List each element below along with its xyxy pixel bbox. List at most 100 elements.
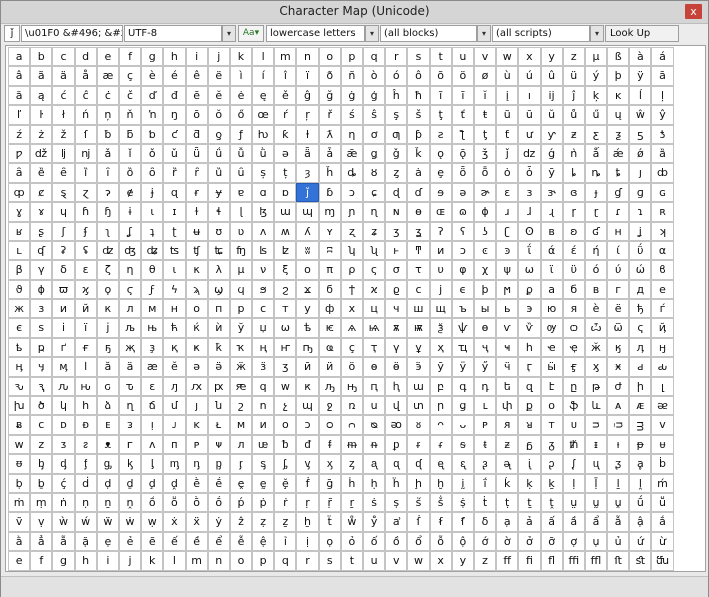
char-cell[interactable]: ϸ [473, 279, 497, 300]
char-cell[interactable]: ԥ [363, 376, 386, 397]
char-cell[interactable]: ƈ [163, 124, 186, 144]
char-cell[interactable]: ë [207, 66, 230, 86]
char-cell[interactable]: ӵ [496, 357, 519, 377]
char-cell[interactable]: в [584, 279, 608, 300]
char-cell[interactable]: ᶀ [30, 454, 53, 474]
char-cell[interactable]: j [207, 47, 230, 67]
char-cell[interactable]: ư [518, 124, 541, 144]
char-cell[interactable]: ҡ [229, 337, 253, 358]
char-cell[interactable]: ũ [496, 105, 519, 125]
char-cell[interactable]: ă [8, 85, 31, 106]
char-cell[interactable]: ʋ [229, 221, 253, 241]
char-cell[interactable]: ƀ [96, 124, 119, 144]
char-cell[interactable]: ҭ [363, 337, 386, 358]
char-cell[interactable]: έ [562, 240, 585, 261]
char-cell[interactable]: ɠ [607, 182, 630, 203]
char-cell[interactable]: ẓ [252, 512, 275, 532]
char-cell[interactable]: ą [30, 85, 53, 106]
char-cell[interactable]: ɬ [207, 202, 230, 222]
char-cell[interactable]: ḇ [30, 473, 53, 493]
char-cell[interactable]: ɉ [141, 182, 164, 203]
char-cell[interactable]: ź [8, 124, 31, 144]
char-cell[interactable]: ɼ [562, 202, 585, 222]
char-cell[interactable]: s [318, 551, 341, 571]
char-cell[interactable]: ȼ [30, 182, 53, 203]
char-cell[interactable]: ṱ [540, 492, 563, 513]
char-cell[interactable]: ƍ [207, 124, 230, 144]
char-cell[interactable]: î [274, 66, 297, 86]
char-cell[interactable]: ằ [8, 531, 31, 552]
char-cell[interactable]: ᴎ [252, 415, 275, 435]
char-cell[interactable]: ᶓ [451, 454, 474, 474]
char-cell[interactable]: я [562, 299, 585, 319]
char-cell[interactable]: ƶ [562, 124, 585, 144]
char-cell[interactable]: ҳ [429, 337, 452, 358]
char-cell[interactable]: з [30, 299, 53, 319]
char-cell[interactable]: ё [607, 299, 630, 319]
char-cell[interactable]: ʦ [163, 240, 186, 261]
filter-dropdown-arrow[interactable]: ▾ [365, 25, 379, 42]
char-cell[interactable]: թ [584, 376, 608, 397]
char-cell[interactable]: ż [30, 124, 53, 144]
char-cell[interactable]: ᴧ [141, 434, 164, 455]
char-cell[interactable]: ւ [473, 396, 497, 416]
char-cell[interactable]: ᴨ [163, 434, 186, 455]
char-cell[interactable]: v [473, 47, 497, 67]
char-cell[interactable]: є [8, 318, 31, 338]
char-cell[interactable]: n [207, 551, 230, 571]
char-cell[interactable]: ﬅ [607, 551, 630, 571]
char-cell[interactable]: ā [651, 66, 674, 86]
char-cell[interactable]: ԡ [318, 376, 341, 397]
char-cell[interactable]: ŧ [473, 105, 497, 125]
char-cell[interactable]: ả [518, 512, 541, 532]
char-cell[interactable]: ṍ [141, 492, 164, 513]
char-cell[interactable]: ᵿ [8, 454, 31, 474]
char-cell[interactable]: ī [451, 85, 474, 106]
char-cell[interactable]: с [252, 299, 275, 319]
char-cell[interactable]: ȃ [8, 163, 31, 183]
char-cell[interactable]: ḓ [163, 473, 186, 493]
char-cell[interactable]: ᶖ [518, 454, 541, 474]
char-cell[interactable]: š [407, 105, 430, 125]
char-cell[interactable]: ḻ [607, 473, 630, 493]
char-cell[interactable]: ƾ [651, 124, 674, 144]
char-cell[interactable]: ӛ [207, 357, 230, 377]
char-cell[interactable]: ᶌ [296, 454, 319, 474]
char-cell[interactable]: ͻ [451, 240, 474, 261]
char-cell[interactable]: ǿ [629, 143, 652, 164]
char-cell[interactable]: ő [229, 105, 253, 125]
char-cell[interactable]: ӭ [407, 357, 430, 377]
char-cell[interactable]: ɩ [141, 202, 164, 222]
char-cell[interactable]: φ [451, 260, 474, 280]
char-cell[interactable]: ϛ [118, 279, 142, 300]
char-cell[interactable]: ǧ [385, 143, 408, 164]
char-cell[interactable]: ḑ [141, 473, 164, 493]
char-cell[interactable]: ճ [141, 396, 164, 416]
char-cell[interactable]: ԍ [96, 376, 119, 397]
char-cell[interactable]: ʅ [96, 221, 119, 241]
char-cell[interactable]: ᶚ [607, 454, 630, 474]
char-cell[interactable]: ì [229, 66, 253, 86]
char-cell[interactable]: ӌ [30, 357, 53, 377]
char-cell[interactable]: ɤ [30, 202, 53, 222]
char-cell[interactable]: ռ [340, 396, 363, 416]
char-cell[interactable]: ơ [363, 124, 386, 144]
char-cell[interactable]: ᴙ [496, 415, 519, 435]
char-cell[interactable]: ủ [607, 531, 630, 552]
char-cell[interactable]: ṹ [629, 492, 652, 513]
char-cell[interactable]: ƕ [252, 124, 275, 144]
char-cell[interactable]: ʌ [252, 221, 275, 241]
char-cell[interactable]: ӕ [141, 357, 164, 377]
char-cell[interactable]: ậ [629, 512, 652, 532]
char-cell[interactable]: ẗ [318, 512, 341, 532]
char-cell[interactable]: ƺ [607, 124, 630, 144]
char-cell[interactable]: ж [8, 299, 31, 319]
char-cell[interactable]: ᵯ [340, 434, 363, 455]
char-cell[interactable]: ľ [8, 105, 31, 125]
char-cell[interactable]: ϧ [252, 279, 275, 300]
char-cell[interactable]: â [8, 66, 31, 86]
char-cell[interactable]: ƽ [629, 124, 652, 144]
char-cell[interactable]: ḣ [340, 473, 363, 493]
char-cell[interactable]: ɺ [518, 202, 541, 222]
char-cell[interactable]: h [74, 551, 97, 571]
